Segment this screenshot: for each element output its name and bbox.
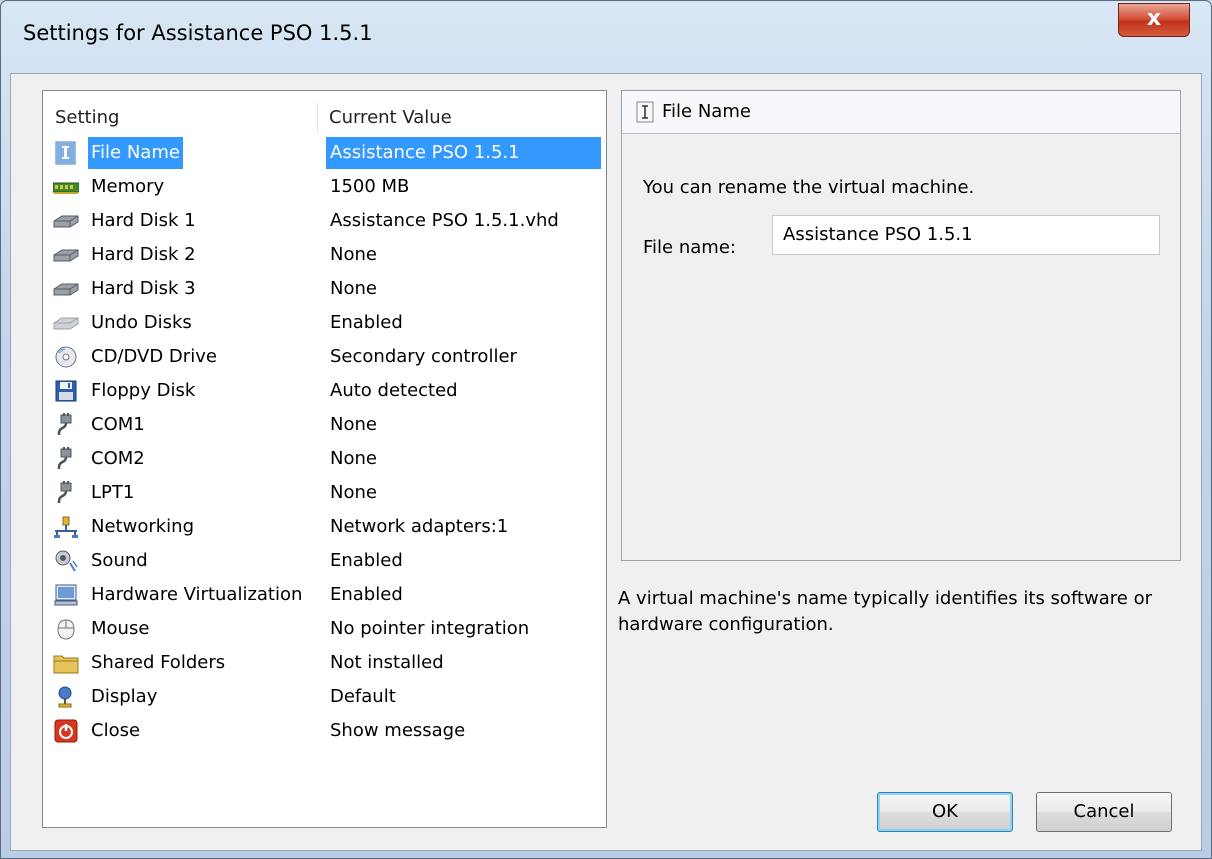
detail-panel: File Name You can rename the virtual mac… (621, 90, 1181, 561)
file-name-input[interactable]: Assistance PSO 1.5.1 (772, 215, 1160, 255)
settings-row-file-name[interactable]: File Name Assistance PSO 1.5.1 (43, 137, 606, 169)
settings-row-floppy-disk[interactable]: Floppy Disk Auto detected (43, 375, 606, 407)
networking-icon (53, 515, 79, 539)
dialog-body: Setting Current Value File Name Assistan… (10, 73, 1202, 851)
settings-row-com1[interactable]: COM1 None (43, 409, 606, 441)
ok-button[interactable]: OK (877, 792, 1013, 832)
file-name-icon (53, 141, 79, 165)
floppy-disk-icon (53, 379, 79, 403)
settings-row-value: Show message (330, 720, 466, 741)
settings-row-cd-dvd-drive[interactable]: CD/DVD Drive Secondary controller (43, 341, 606, 373)
hardware-virtualization-icon (53, 583, 79, 607)
settings-row-mouse[interactable]: Mouse No pointer integration (43, 613, 606, 645)
list-header: Setting Current Value (43, 91, 606, 135)
settings-row-hardware-virtualization[interactable]: Hardware Virtualization Enabled (43, 579, 606, 611)
settings-row-undo-disks[interactable]: Undo Disks Enabled (43, 307, 606, 339)
settings-row-value: No pointer integration (330, 618, 530, 639)
memory-icon (52, 175, 80, 199)
folder-icon (53, 651, 79, 675)
settings-row-value: Network adapters:1 (330, 516, 509, 537)
settings-row-value: Not installed (330, 652, 444, 673)
hard-disk-icon (53, 243, 79, 267)
settings-row-value: Enabled (330, 584, 403, 605)
settings-dialog: Settings for Assistance PSO 1.5.1 x Sett… (0, 0, 1212, 859)
settings-row-close[interactable]: Close Show message (43, 715, 606, 747)
settings-row-label: File Name (88, 137, 183, 169)
settings-row-label: Sound (91, 550, 148, 571)
settings-row-value: Enabled (330, 312, 403, 333)
settings-row-hard-disk-1[interactable]: Hard Disk 1 Assistance PSO 1.5.1.vhd (43, 205, 606, 237)
settings-row-value: None (330, 414, 377, 435)
settings-row-label: COM1 (91, 414, 145, 435)
cd-dvd-icon (53, 345, 79, 369)
detail-description: You can rename the virtual machine. (643, 177, 975, 198)
settings-row-memory[interactable]: Memory 1500 MB (43, 171, 606, 203)
settings-row-label: Floppy Disk (91, 380, 196, 401)
settings-row-label: LPT1 (91, 482, 135, 503)
settings-row-label: Shared Folders (91, 652, 226, 673)
settings-row-value: Auto detected (330, 380, 458, 401)
mouse-icon (53, 617, 79, 641)
settings-list: Setting Current Value File Name Assistan… (42, 90, 607, 828)
com-port-icon (53, 447, 79, 471)
detail-title: File Name (662, 101, 751, 122)
column-header-current-value[interactable]: Current Value (329, 107, 452, 128)
settings-row-lpt1[interactable]: LPT1 None (43, 477, 606, 509)
settings-row-label: Hard Disk 2 (91, 244, 196, 265)
hard-disk-icon (53, 277, 79, 301)
close-window-button[interactable]: x (1118, 3, 1190, 37)
settings-row-com2[interactable]: COM2 None (43, 443, 606, 475)
text-cursor-icon (636, 101, 654, 123)
file-name-label: File name: (643, 237, 736, 258)
cancel-button[interactable]: Cancel (1036, 792, 1172, 832)
settings-row-hard-disk-2[interactable]: Hard Disk 2 None (43, 239, 606, 271)
com-port-icon (53, 481, 79, 505)
settings-row-display[interactable]: Display Default (43, 681, 606, 713)
settings-row-value: Secondary controller (330, 346, 517, 367)
settings-row-label: Hardware Virtualization (91, 584, 303, 605)
undo-disks-icon (53, 311, 79, 335)
settings-row-label: Mouse (91, 618, 150, 639)
settings-row-label: Networking (91, 516, 194, 537)
settings-row-sound[interactable]: Sound Enabled (43, 545, 606, 577)
display-icon (53, 685, 79, 709)
settings-row-value: None (330, 244, 377, 265)
settings-row-label: Hard Disk 1 (91, 210, 196, 231)
title-bar[interactable]: Settings for Assistance PSO 1.5.1 x (1, 1, 1211, 73)
close-power-icon (53, 719, 79, 743)
settings-row-value: Enabled (330, 550, 403, 571)
help-text: A virtual machine's name typically ident… (618, 588, 1152, 635)
settings-row-networking[interactable]: Networking Network adapters:1 (43, 511, 606, 543)
settings-row-value: 1500 MB (330, 176, 410, 197)
settings-row-label: Memory (91, 176, 165, 197)
settings-row-label: CD/DVD Drive (91, 346, 217, 367)
com-port-icon (53, 413, 79, 437)
column-divider[interactable] (317, 103, 318, 133)
window-title: Settings for Assistance PSO 1.5.1 (23, 21, 373, 45)
settings-row-value: None (330, 278, 377, 299)
settings-row-value: Assistance PSO 1.5.1 (326, 137, 601, 169)
settings-row-value: Assistance PSO 1.5.1.vhd (330, 210, 559, 231)
settings-row-value: Default (330, 686, 396, 707)
hard-disk-icon (53, 209, 79, 233)
settings-row-label: Display (91, 686, 158, 707)
sound-icon (53, 549, 79, 573)
settings-row-label: COM2 (91, 448, 145, 469)
settings-row-label: Undo Disks (91, 312, 192, 333)
settings-row-label: Hard Disk 3 (91, 278, 196, 299)
settings-row-hard-disk-3[interactable]: Hard Disk 3 None (43, 273, 606, 305)
settings-row-value: None (330, 482, 377, 503)
column-header-setting[interactable]: Setting (55, 107, 119, 128)
settings-row-label: Close (91, 720, 141, 741)
settings-row-shared-folders[interactable]: Shared Folders Not installed (43, 647, 606, 679)
detail-header: File Name (622, 91, 1180, 134)
settings-row-value: None (330, 448, 377, 469)
